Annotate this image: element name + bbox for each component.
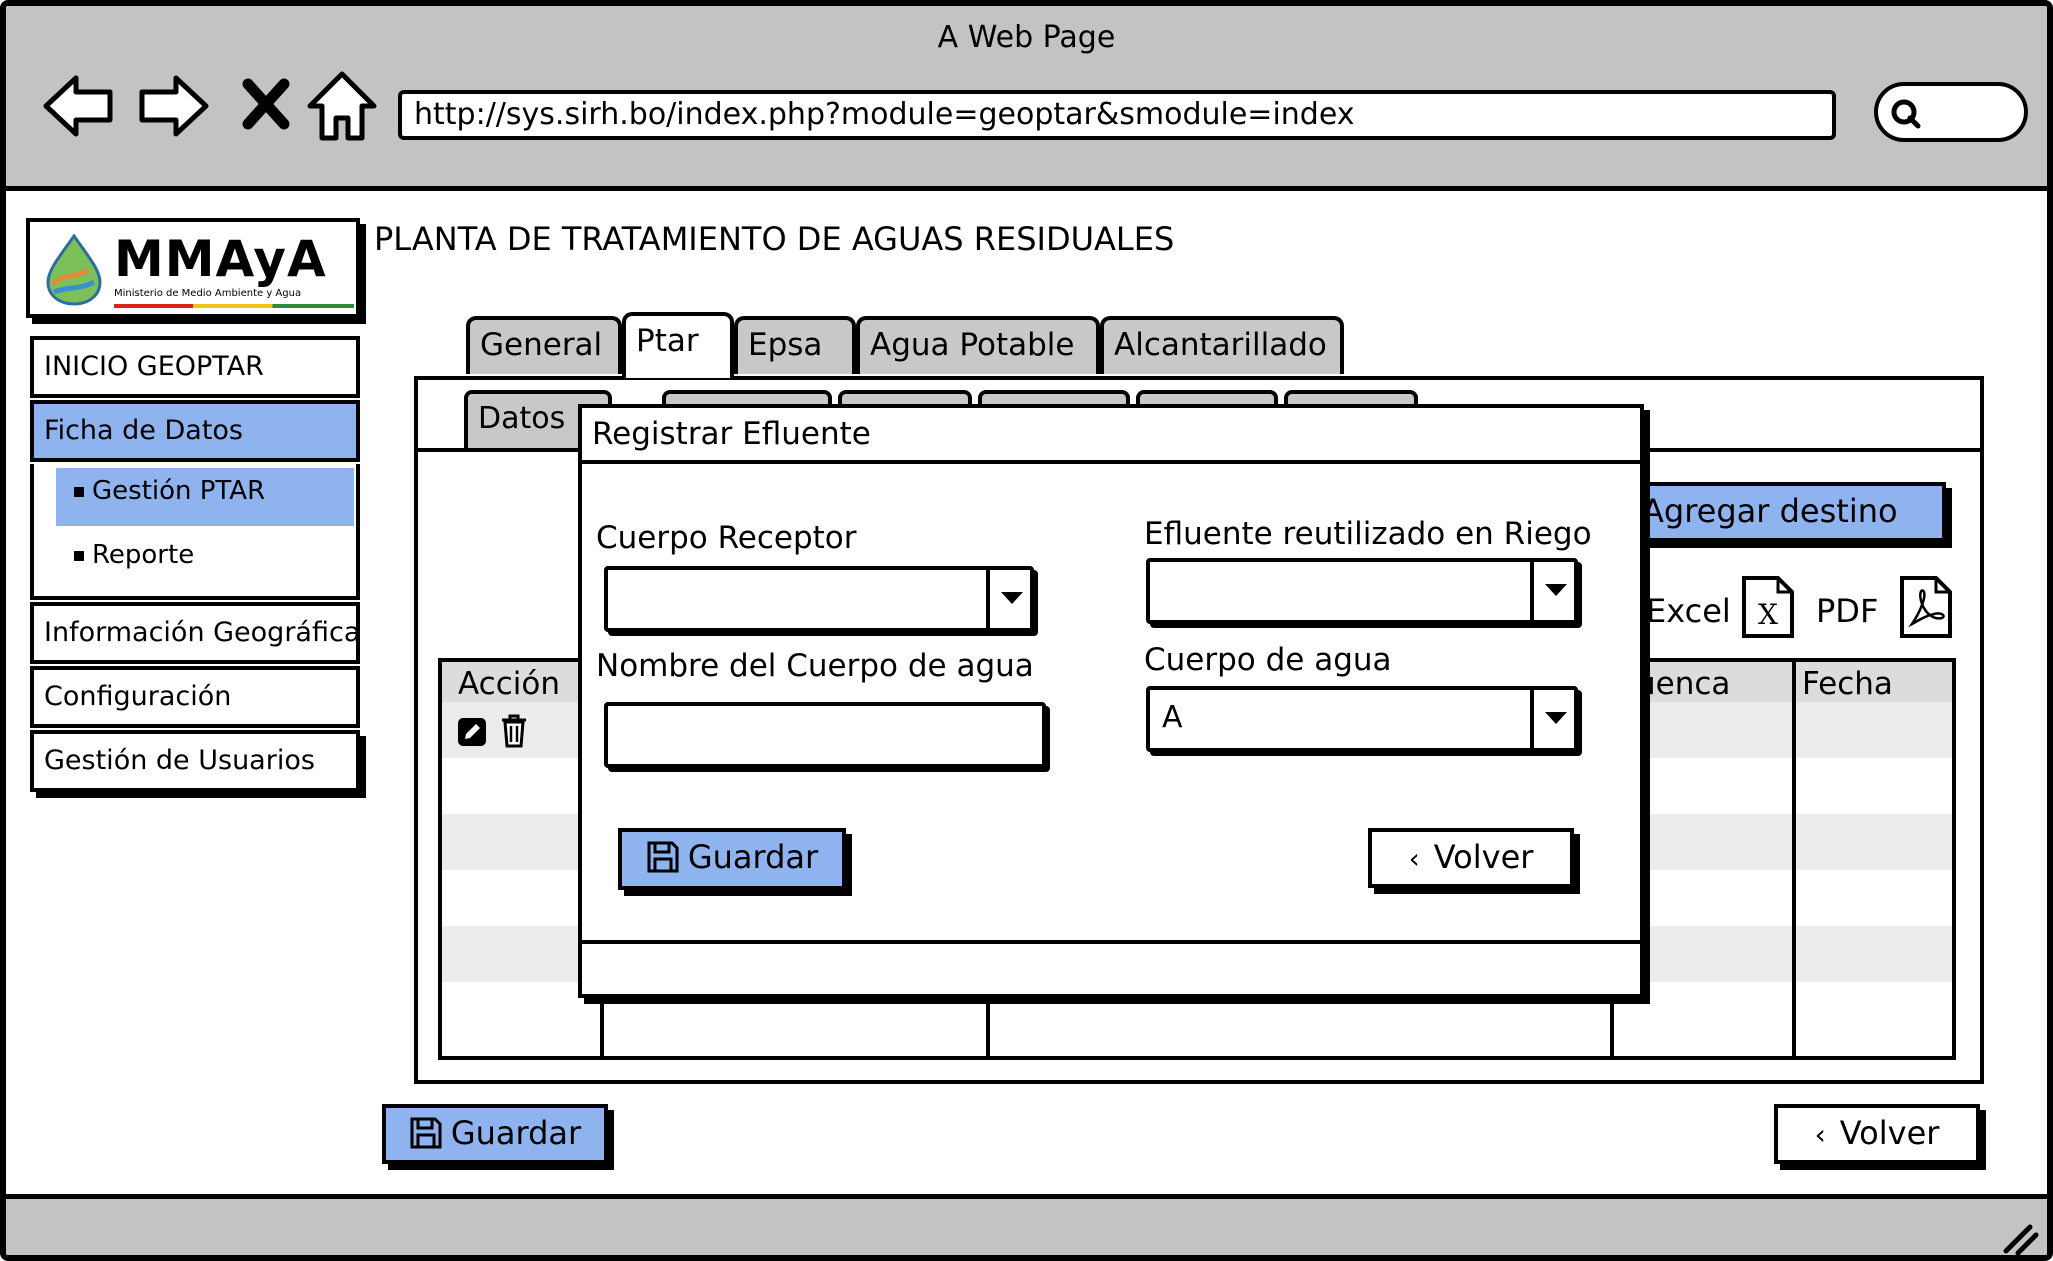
sidebar-sub-label: Reporte — [92, 540, 195, 570]
sidebar-sub-label: Gestión PTAR — [92, 476, 266, 506]
window-title: A Web Page — [937, 20, 1116, 55]
delete-icon[interactable] — [498, 712, 530, 750]
efluente-riego-label: Efluente reutilizado en Riego — [1144, 516, 1592, 552]
bullet-icon — [74, 486, 84, 497]
resize-grip-icon[interactable] — [2000, 1217, 2040, 1257]
sidebar-item-gestion-usuarios[interactable]: Gestión de Usuarios — [30, 730, 360, 792]
sidebar-item-configuracion[interactable]: Configuración — [30, 666, 360, 728]
cuerpo-agua-label: Cuerpo de agua — [1144, 642, 1392, 678]
back-icon[interactable] — [38, 66, 118, 146]
home-icon[interactable] — [302, 66, 382, 146]
table-col-divider — [1792, 662, 1796, 1058]
cuerpo-receptor-label: Cuerpo Receptor — [596, 520, 857, 556]
chevron-left-icon: ‹ — [1408, 842, 1420, 875]
pdf-icon[interactable] — [1898, 574, 1954, 640]
status-bar — [6, 1194, 2047, 1257]
add-destination-label: Agregar destino — [1642, 492, 1898, 530]
sidebar-item-informacion-geografica[interactable]: Información Geográfica — [30, 602, 360, 664]
browser-toolbar: A Web Page http://sys.sirh.bo/index.php?… — [6, 6, 2047, 191]
tab-general[interactable]: General — [466, 316, 622, 374]
save-button-label: Guardar — [450, 1114, 582, 1152]
table-header-fecha: Fecha — [1802, 666, 1893, 702]
nombre-cuerpo-agua-input[interactable] — [604, 702, 1046, 768]
modal-save-label: Guardar — [687, 838, 819, 876]
add-destination-button[interactable]: Agregar destino — [1604, 482, 1946, 542]
modal-back-label: Volver — [1433, 838, 1534, 876]
sidebar-item-ficha-datos[interactable]: Ficha de Datos — [30, 400, 360, 462]
close-icon[interactable] — [232, 66, 312, 146]
sidebar-item-inicio[interactable]: INICIO GEOPTAR — [30, 336, 360, 398]
logo-drop-icon — [46, 234, 102, 306]
bullet-icon — [74, 550, 84, 561]
excel-icon[interactable]: X — [1740, 574, 1796, 640]
search-icon — [1891, 99, 1921, 129]
chevron-left-icon: ‹ — [1814, 1118, 1826, 1151]
efluente-riego-select[interactable] — [1146, 558, 1578, 624]
sidebar-item-reporte[interactable]: Reporte — [74, 540, 194, 570]
edit-icon[interactable] — [456, 716, 488, 748]
modal-footer-divider — [582, 940, 1640, 944]
table-header-accion: Acción — [458, 666, 560, 702]
tab-alcantarillado[interactable]: Alcantarillado — [1100, 316, 1344, 374]
modal-title: Registrar Efluente — [592, 416, 871, 452]
back-button-label: Volver — [1839, 1114, 1940, 1152]
cuerpo-receptor-select[interactable] — [604, 566, 1034, 632]
browser-search-box[interactable] — [1874, 82, 2028, 142]
sidebar-submenu: Gestión PTAR Reporte — [30, 464, 360, 600]
modal-back-button[interactable]: ‹ Volver — [1368, 828, 1574, 888]
chevron-down-icon[interactable] — [1530, 562, 1574, 620]
tab-ptar[interactable]: Ptar — [622, 312, 734, 378]
url-bar[interactable]: http://sys.sirh.bo/index.php?module=geop… — [398, 90, 1836, 140]
save-button[interactable]: Guardar — [382, 1104, 608, 1164]
page-title: PLANTA DE TRATAMIENTO DE AGUAS RESIDUALE… — [374, 220, 1175, 258]
cuerpo-agua-value: A — [1162, 700, 1183, 735]
floppy-disk-icon — [647, 841, 679, 873]
modal-save-button[interactable]: Guardar — [618, 828, 846, 890]
chevron-down-icon[interactable] — [1530, 690, 1574, 748]
logo-subtitle: Ministerio de Medio Ambiente y Agua — [114, 288, 302, 299]
sidebar-item-gestion-ptar[interactable]: Gestión PTAR — [74, 476, 265, 506]
table-header-cuenca: uenca — [1636, 666, 1731, 702]
floppy-disk-icon — [410, 1117, 442, 1149]
nombre-cuerpo-agua-label: Nombre del Cuerpo de agua — [596, 648, 1034, 684]
browser-window: A Web Page http://sys.sirh.bo/index.php?… — [0, 0, 2053, 1261]
forward-icon[interactable] — [134, 66, 214, 146]
modal-header: Registrar Efluente — [582, 408, 1640, 464]
logo-box: MMAyA Ministerio de Medio Ambiente y Agu… — [26, 218, 360, 318]
chevron-down-icon[interactable] — [986, 570, 1030, 628]
logo-name: MMAyA — [114, 230, 327, 288]
tab-epsa[interactable]: Epsa — [734, 316, 856, 374]
back-button[interactable]: ‹ Volver — [1774, 1104, 1980, 1164]
cuerpo-agua-select[interactable]: A — [1146, 686, 1578, 752]
svg-text:X: X — [1758, 598, 1778, 631]
export-excel-label: Excel — [1646, 592, 1731, 630]
logo-flag-stripe — [114, 304, 354, 308]
register-effluent-modal: Registrar Efluente Cuerpo Receptor Eflue… — [578, 404, 1644, 998]
export-pdf-label: PDF — [1816, 592, 1879, 630]
tab-agua-potable[interactable]: Agua Potable — [856, 316, 1100, 374]
